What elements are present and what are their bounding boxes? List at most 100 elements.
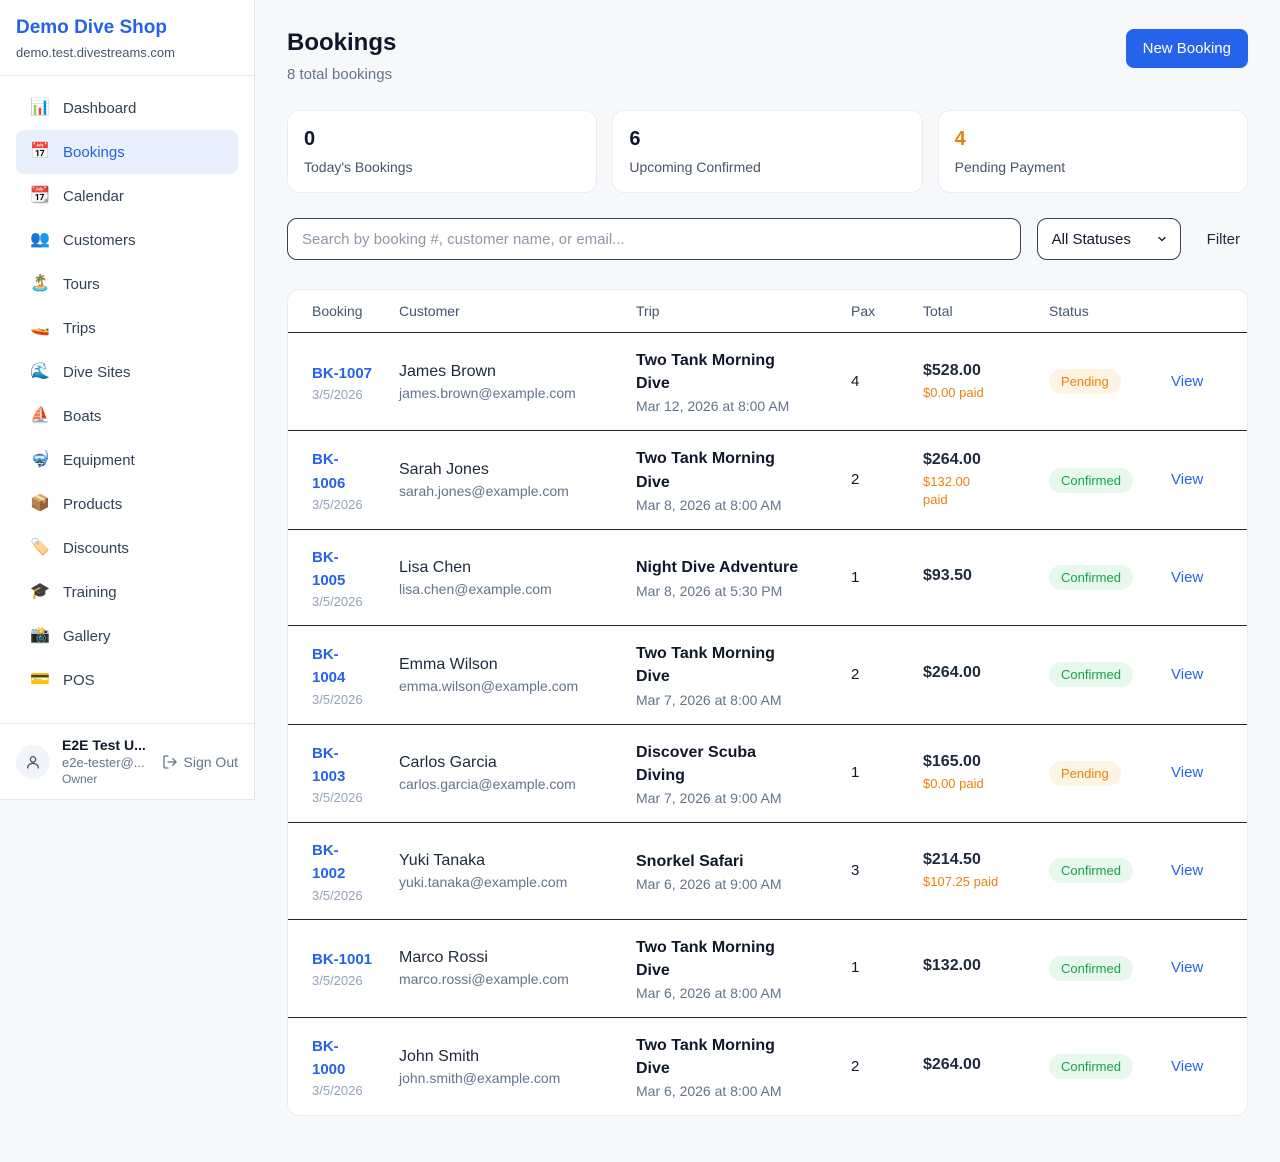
booking-id-link[interactable]: BK- 1004	[312, 643, 387, 690]
view-link[interactable]: View	[1171, 862, 1203, 879]
total-amount: $264.00	[923, 664, 1037, 682]
sidebar-item-products[interactable]: 📦 Products	[16, 482, 238, 526]
status-badge: Confirmed	[1049, 858, 1133, 883]
table-row: BK- 1002 3/5/2026 Yuki Tanaka yuki.tanak…	[288, 823, 1247, 920]
view-link[interactable]: View	[1171, 666, 1203, 683]
booking-id-link[interactable]: BK-1001	[312, 948, 387, 971]
booking-date: 3/5/2026	[312, 888, 387, 903]
people-icon: 👥	[30, 232, 50, 248]
new-booking-button[interactable]: New Booking	[1126, 29, 1248, 68]
customer-email: sarah.jones@example.com	[399, 483, 624, 499]
user-block: E2E Test U... e2e-tester@... Owner Sign …	[0, 723, 254, 799]
sidebar: Demo Dive Shop demo.test.divestreams.com…	[0, 0, 255, 800]
stat-card-todays-bookings: 0 Today's Bookings	[287, 110, 597, 193]
sidebar-item-pos[interactable]: 💳 POS	[16, 658, 238, 702]
booking-id-link[interactable]: BK-1007	[312, 362, 387, 385]
total-amount: $132.00	[923, 957, 1037, 975]
customer-name: John Smith	[399, 1048, 624, 1066]
avatar	[16, 745, 50, 779]
customer-email: lisa.chen@example.com	[399, 581, 624, 597]
trip-name: Two Tank Morning Dive	[636, 642, 839, 688]
filter-row: All Statuses Filter	[287, 218, 1248, 260]
sidebar-item-calendar[interactable]: 📆 Calendar	[16, 174, 238, 218]
booking-date: 3/5/2026	[312, 594, 387, 609]
trip-time: Mar 7, 2026 at 9:00 AM	[636, 790, 839, 806]
pax-count: 4	[851, 373, 859, 390]
booking-date: 3/5/2026	[312, 1083, 387, 1098]
pax-count: 2	[851, 666, 859, 683]
status-select-value: All Statuses	[1052, 231, 1131, 248]
customer-email: emma.wilson@example.com	[399, 678, 624, 694]
sidebar-item-gallery[interactable]: 📸 Gallery	[16, 614, 238, 658]
dive-mask-icon: 🤿	[30, 452, 50, 468]
page-title: Bookings	[287, 29, 396, 57]
bookings-table-card: Booking Customer Trip Pax Total Status B…	[287, 289, 1248, 1116]
status-badge: Pending	[1049, 761, 1121, 786]
view-link[interactable]: View	[1171, 569, 1203, 586]
col-header-actions	[1171, 290, 1247, 333]
stat-value: 4	[955, 128, 1231, 151]
graduation-cap-icon: 🎓	[30, 584, 50, 600]
trip-time: Mar 6, 2026 at 8:00 AM	[636, 985, 839, 1001]
filter-button[interactable]: Filter	[1207, 231, 1240, 248]
sidebar-item-dive-sites[interactable]: 🌊 Dive Sites	[16, 350, 238, 394]
booking-id-link[interactable]: BK- 1006	[312, 448, 387, 495]
sidebar-item-dashboard[interactable]: 📊 Dashboard	[16, 86, 238, 130]
total-amount: $264.00	[923, 451, 1037, 469]
booking-id-link[interactable]: BK- 1005	[312, 546, 387, 593]
customer-name: Marco Rossi	[399, 949, 624, 967]
sidebar-item-discounts[interactable]: 🏷️ Discounts	[16, 526, 238, 570]
status-badge: Pending	[1049, 369, 1121, 394]
sign-out-button[interactable]: Sign Out	[162, 754, 238, 770]
trip-time: Mar 8, 2026 at 5:30 PM	[636, 583, 839, 599]
col-header-booking: Booking	[288, 290, 399, 333]
customer-email: james.brown@example.com	[399, 385, 624, 401]
booking-id-link[interactable]: BK- 1000	[312, 1035, 387, 1082]
sidebar-item-tours[interactable]: 🏝️ Tours	[16, 262, 238, 306]
customer-name: Yuki Tanaka	[399, 852, 624, 870]
chevron-down-icon	[1156, 233, 1168, 245]
view-link[interactable]: View	[1171, 764, 1203, 781]
camera-icon: 📸	[30, 628, 50, 644]
status-filter-select[interactable]: All Statuses	[1037, 218, 1181, 260]
sailboat-icon: ⛵	[30, 408, 50, 424]
view-link[interactable]: View	[1171, 1058, 1203, 1075]
brand-link[interactable]: Demo Dive Shop	[16, 17, 238, 39]
status-badge: Confirmed	[1049, 1054, 1133, 1079]
search-input[interactable]	[287, 218, 1021, 260]
page-header: Bookings 8 total bookings New Booking	[287, 29, 1248, 83]
view-link[interactable]: View	[1171, 471, 1203, 488]
total-amount: $214.50	[923, 851, 1037, 869]
sidebar-item-bookings[interactable]: 📅 Bookings	[16, 130, 238, 174]
booking-date: 3/5/2026	[312, 790, 387, 805]
col-header-trip: Trip	[636, 290, 851, 333]
sidebar-item-customers[interactable]: 👥 Customers	[16, 218, 238, 262]
col-header-customer: Customer	[399, 290, 636, 333]
view-link[interactable]: View	[1171, 959, 1203, 976]
view-link[interactable]: View	[1171, 373, 1203, 390]
stat-card-upcoming-confirmed: 6 Upcoming Confirmed	[612, 110, 922, 193]
table-row: BK-1007 3/5/2026 James Brown james.brown…	[288, 333, 1247, 431]
sidebar-item-equipment[interactable]: 🤿 Equipment	[16, 438, 238, 482]
booking-date: 3/5/2026	[312, 692, 387, 707]
sidebar-item-trips[interactable]: 🚤 Trips	[16, 306, 238, 350]
booking-id-link[interactable]: BK- 1002	[312, 839, 387, 886]
sidebar-item-training[interactable]: 🎓 Training	[16, 570, 238, 614]
col-header-total: Total	[923, 290, 1049, 333]
booking-id-link[interactable]: BK- 1003	[312, 742, 387, 789]
total-amount: $528.00	[923, 362, 1037, 380]
pax-count: 1	[851, 569, 859, 586]
customer-name: Emma Wilson	[399, 656, 624, 674]
trip-time: Mar 6, 2026 at 9:00 AM	[636, 876, 839, 892]
tag-icon: 🏷️	[30, 540, 50, 556]
customer-email: marco.rossi@example.com	[399, 971, 624, 987]
status-badge: Confirmed	[1049, 565, 1133, 590]
user-name: E2E Test U...	[62, 737, 146, 753]
island-icon: 🏝️	[30, 276, 50, 292]
col-header-status: Status	[1049, 290, 1171, 333]
sidebar-item-boats[interactable]: ⛵ Boats	[16, 394, 238, 438]
customer-email: yuki.tanaka@example.com	[399, 874, 624, 890]
trip-time: Mar 12, 2026 at 8:00 AM	[636, 398, 839, 414]
customer-email: john.smith@example.com	[399, 1070, 624, 1086]
user-role: Owner	[62, 772, 146, 786]
